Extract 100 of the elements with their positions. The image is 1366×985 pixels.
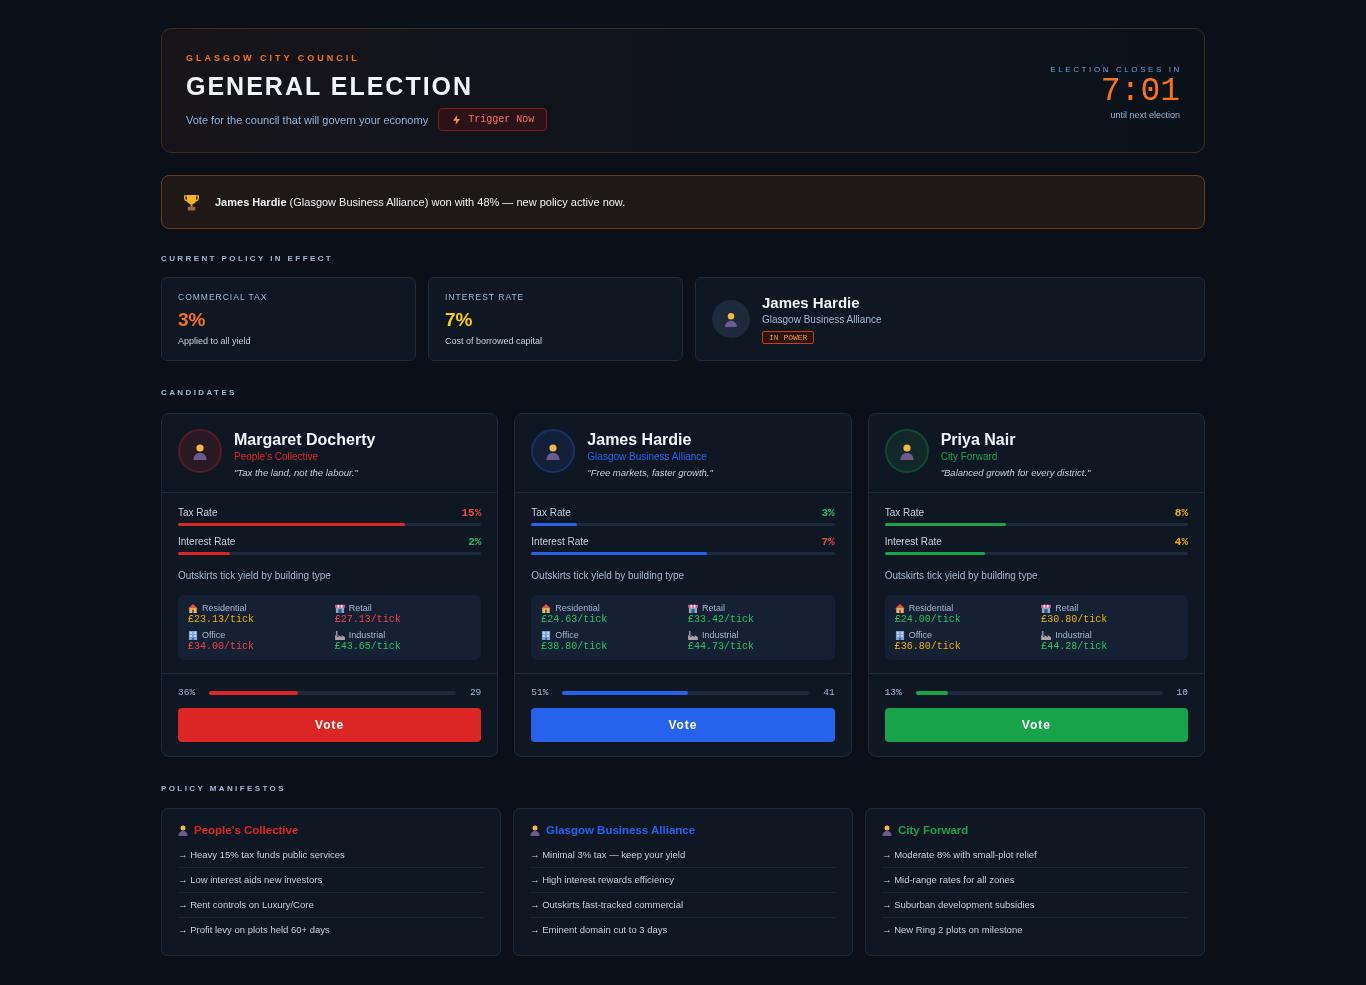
yield-value: £44.73/tick — [688, 641, 755, 652]
manifesto-point: → Heavy 15% tax funds public services — [178, 843, 484, 868]
yield-value: £27.13/tick — [334, 614, 402, 625]
factory-icon — [688, 630, 698, 640]
vote-share-percent: 13% — [884, 687, 902, 698]
factory-icon — [334, 630, 345, 640]
person-icon — [178, 824, 188, 836]
candidate-quote: "Balanced growth for every district." — [940, 467, 1091, 478]
candidate-quote: "Tax the land, not the labour." — [234, 467, 359, 478]
candidate-name: James Hardie — [587, 431, 693, 449]
section-heading: CANDIDATES — [161, 388, 238, 397]
subtitle: Vote for the council that will govern your economy — [186, 113, 429, 126]
house-icon — [894, 603, 905, 613]
yield-label: Residential — [202, 603, 247, 613]
vote-share-percent: 51% — [531, 687, 549, 698]
office-building-icon — [188, 630, 198, 640]
yield-label: Office — [555, 630, 579, 640]
yield-value: £38.80/tick — [541, 641, 609, 652]
manifesto-point: → Low interest aids new investors — [178, 868, 484, 893]
status-badge: IN POWER — [762, 331, 815, 344]
yield-label: Industrial — [702, 630, 739, 640]
yield-value: £36.80/tick — [894, 641, 962, 652]
yield-label: Retail — [348, 603, 372, 613]
manifesto-point: → Profit levy on plots held 60+ days — [178, 923, 331, 937]
policy-value: 3% — [178, 309, 207, 331]
rate-label: Tax Rate — [178, 507, 218, 518]
result-message: James Hardie (Glasgow Business Alliance) won with 48% — new policy active now. — [215, 196, 626, 208]
countdown-time: 7:01 — [1100, 73, 1180, 110]
office-building-icon — [541, 630, 552, 640]
office-building-icon — [894, 630, 905, 640]
manifesto-point: → New Ring 2 plots on milestone — [882, 923, 1024, 937]
shop-icon — [1041, 603, 1052, 613]
manifesto-point: → Suburban development subsidies — [882, 893, 1188, 918]
yield-label: Retail — [1055, 603, 1079, 613]
rate-label: Tax Rate — [884, 507, 925, 518]
trigger-button[interactable]: Trigger Now — [438, 108, 548, 131]
policy-note: Cost of borrowed capital — [445, 336, 544, 346]
leader-party: Glasgow Business Alliance — [762, 314, 882, 325]
leader-name: James Hardie — [762, 294, 861, 311]
house-icon — [188, 603, 198, 613]
vote-button[interactable]: Vote — [178, 708, 482, 742]
yield-value: £24.63/tick — [541, 614, 609, 625]
shop-icon — [334, 603, 345, 613]
person-icon — [882, 824, 892, 836]
candidate-name: Margaret Docherty — [234, 431, 376, 449]
rate-value: 4% — [1174, 536, 1188, 548]
rate-value: 3% — [821, 507, 835, 519]
avatar-icon — [712, 300, 750, 338]
manifesto-party: Glasgow Business Alliance — [546, 824, 696, 836]
vote-count: 29 — [469, 687, 482, 698]
policy-note: Applied to all yield — [178, 336, 252, 346]
trophy-icon — [184, 193, 199, 211]
manifesto-point: → Minimal 3% tax — keep your yield — [530, 843, 836, 868]
avatar-icon — [884, 429, 929, 473]
policy-value: 7% — [445, 309, 474, 331]
manifesto-point: → Eminent domain cut to 3 days — [530, 923, 669, 937]
candidate-quote: "Free markets, faster growth." — [587, 467, 713, 478]
yield-value: £43.65/tick — [334, 641, 402, 652]
rate-label: Interest Rate — [884, 536, 942, 547]
yield-label: Retail — [702, 603, 725, 613]
manifesto-point: → Outskirts fast-tracked commercial — [530, 893, 836, 918]
rate-value: 15% — [461, 507, 482, 519]
avatar-icon — [531, 429, 576, 473]
policy-label: INTEREST RATE — [445, 292, 526, 302]
rate-label: Tax Rate — [531, 507, 571, 518]
manifesto-point: → High interest rewards efficiency — [530, 868, 836, 893]
council-name: GLASGOW CITY COUNCIL — [186, 53, 361, 63]
yield-label: Office — [202, 630, 226, 640]
rate-value: 7% — [821, 536, 835, 548]
manifesto-point: → Mid-range rates for all zones — [882, 868, 1188, 893]
yield-value: £34.00/tick — [188, 641, 255, 652]
rate-value: 8% — [1174, 507, 1188, 519]
vote-count: 10 — [1176, 687, 1188, 698]
section-heading: POLICY MANIFESTOS — [161, 784, 287, 793]
yield-value: £44.28/tick — [1041, 641, 1109, 652]
vote-share-percent: 36% — [178, 687, 196, 698]
yield-label: Residential — [555, 603, 600, 613]
section-heading: CURRENT POLICY IN EFFECT — [161, 254, 335, 263]
vote-button[interactable]: Vote — [531, 708, 835, 742]
house-icon — [541, 603, 552, 613]
lightning-icon — [453, 114, 461, 125]
yield-value: £23.13/tick — [188, 614, 255, 625]
manifesto-point: → Moderate 8% with small-plot relief — [882, 843, 1188, 868]
countdown-label: ELECTION CLOSES IN — [1050, 64, 1182, 74]
yield-label: Office — [908, 630, 932, 640]
candidate-party: People's Collective — [234, 451, 320, 462]
rate-value: 2% — [468, 536, 482, 548]
yield-label: Residential — [908, 603, 954, 613]
policy-label: COMMERCIAL TAX — [178, 292, 269, 302]
person-icon — [530, 824, 540, 836]
yield-label: Industrial — [1055, 630, 1092, 640]
avatar-icon — [178, 429, 222, 473]
manifesto-point: → Rent controls on Luxury/Core — [178, 893, 484, 918]
yield-value: £24.00/tick — [894, 614, 962, 625]
vote-button[interactable]: Vote — [884, 708, 1188, 742]
candidate-party: City Forward — [940, 451, 999, 462]
factory-icon — [1041, 630, 1052, 640]
yield-heading: Outskirts tick yield by building type — [178, 570, 332, 581]
manifesto-party: People's Collective — [194, 824, 299, 836]
countdown-caption: until next election — [1110, 109, 1180, 120]
